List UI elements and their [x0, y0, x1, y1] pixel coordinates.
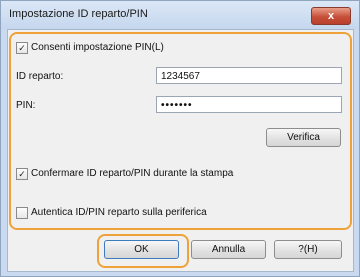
cancel-button[interactable]: Annulla: [191, 240, 266, 259]
verify-button[interactable]: Verifica: [266, 128, 341, 147]
dialog-title: Impostazione ID reparto/PIN: [9, 8, 148, 20]
authenticate-label: Autentica ID/PIN reparto sulla periferic…: [31, 207, 207, 218]
dialog-window: Impostazione ID reparto/PIN x ✓ Consenti…: [0, 0, 360, 277]
ok-button[interactable]: OK: [104, 240, 179, 259]
confirm-checkbox[interactable]: ✓: [16, 168, 28, 180]
close-button[interactable]: x: [311, 7, 351, 25]
pin-input[interactable]: •••••••: [156, 96, 342, 113]
pin-label: PIN:: [16, 100, 36, 111]
authenticate-checkbox[interactable]: [16, 207, 28, 219]
close-icon: x: [327, 10, 335, 22]
help-button[interactable]: ?(H): [274, 240, 342, 259]
dept-id-label: ID reparto:: [16, 71, 64, 82]
check-icon: ✓: [18, 169, 26, 179]
check-icon: ✓: [18, 43, 26, 53]
allow-pin-checkbox[interactable]: ✓: [16, 42, 28, 54]
dialog-body: ✓ Consenti impostazione PIN(L) ID repart…: [7, 29, 354, 272]
title-bar: Impostazione ID reparto/PIN x: [1, 1, 359, 29]
confirm-label: Confermare ID reparto/PIN durante la sta…: [31, 168, 234, 179]
allow-pin-label: Consenti impostazione PIN(L): [31, 42, 164, 53]
dept-id-input[interactable]: 1234567: [156, 67, 342, 84]
